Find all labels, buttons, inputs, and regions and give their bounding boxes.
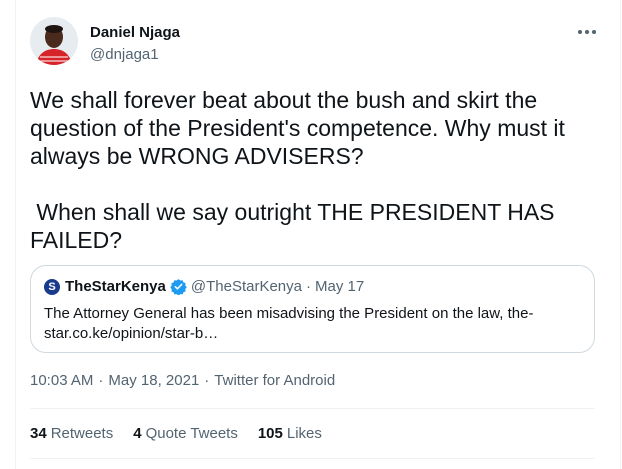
tweet-source[interactable]: Twitter for Android [214,372,335,389]
quoted-text: The Attorney General has been misadvisin… [44,305,534,342]
divider-bottom [30,458,595,459]
tweet-paragraph-2: When shall we say outright THE PRESIDENT… [30,199,561,253]
avatar-photo-icon [30,17,78,65]
tweet-meta: 10:03 AM · May 18, 2021 · Twitter for An… [30,372,335,389]
divider [30,408,595,409]
quoted-separator: · [306,278,311,295]
author-name[interactable]: Daniel Njaga [90,24,180,41]
likes-label: Likes [286,425,322,442]
tweet-stats: 34 Retweets 4 Quote Tweets 105 Likes [30,425,342,442]
author-handle[interactable]: @dnjaga1 [90,46,159,63]
quoted-date: May 17 [315,278,365,295]
quote-tweets-count: 4 [133,425,142,442]
quote-tweets-stat[interactable]: 4 Quote Tweets [133,425,238,442]
retweets-label: Retweets [50,425,114,442]
tweet-date[interactable]: May 18, 2021 [108,372,199,389]
likes-count: 105 [257,425,283,442]
retweets-stat[interactable]: 34 Retweets [30,425,113,442]
quote-tweets-label: Quote Tweets [145,425,238,442]
quoted-author-handle: @TheStarKenya [190,278,302,295]
star-logo-icon: S [44,278,60,295]
retweets-count: 34 [30,425,47,442]
likes-stat[interactable]: 105 Likes [258,425,322,442]
meta-separator: · [98,372,104,389]
quoted-tweet[interactable]: S TheStarKenya @TheStarKenya · May 17 Th… [30,265,595,353]
verified-badge-icon [170,278,187,295]
quoted-tweet-header: S TheStarKenya @TheStarKenya · May 17 [44,278,364,295]
tweet-time[interactable]: 10:03 AM [30,372,93,389]
avatar[interactable] [30,17,78,65]
meta-separator-2: · [204,372,210,389]
more-options-button[interactable] [574,22,600,42]
tweet-paragraph-1: We shall forever beat about the bush and… [30,87,565,169]
more-icon [578,30,596,34]
quoted-author-name: TheStarKenya [65,278,166,295]
tweet-text: We shall forever beat about the bush and… [30,86,590,254]
